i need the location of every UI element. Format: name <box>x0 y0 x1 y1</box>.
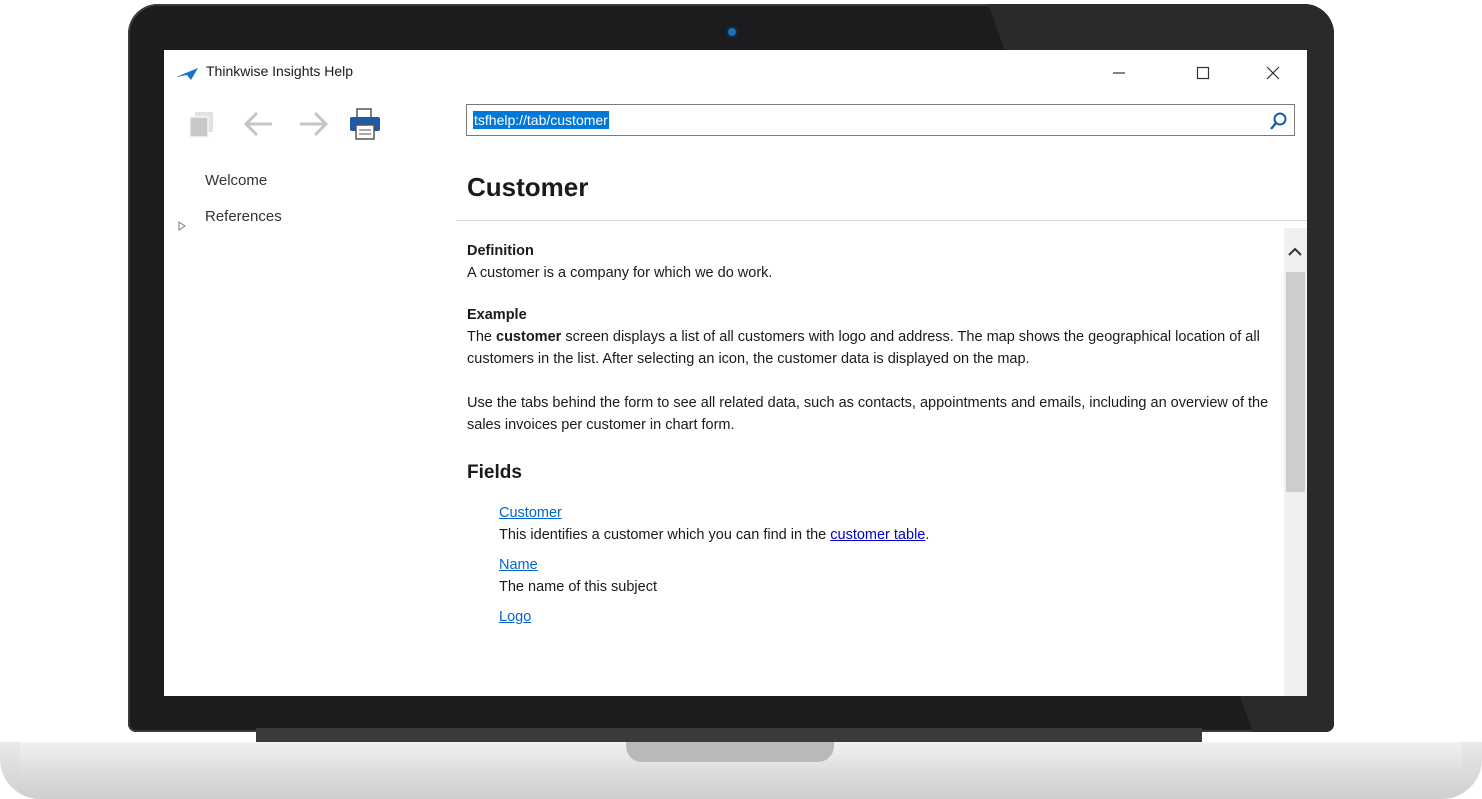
field-link-logo[interactable]: Logo <box>499 609 531 625</box>
scroll-up-button[interactable] <box>1288 242 1302 261</box>
search-icon <box>1270 112 1287 130</box>
tabs-text: Use the tabs behind the form to see all … <box>467 395 1269 433</box>
field-entry: Customer This identifies a customer whic… <box>499 502 1287 546</box>
expand-icon <box>178 221 186 231</box>
example-text-bold: customer <box>496 329 562 345</box>
example-text-post: screen displays a list of all customers … <box>467 329 1260 367</box>
field-desc-end: . <box>925 527 930 543</box>
page-title: Customer <box>467 172 589 202</box>
field-link-customer[interactable]: Customer <box>499 505 562 521</box>
maximize-button[interactable] <box>1182 56 1224 90</box>
field-desc-text: This identifies a customer which you can… <box>499 527 831 543</box>
field-desc: The name of this subject <box>499 579 657 595</box>
example-heading: Example <box>467 307 527 323</box>
address-input[interactable]: tsfhelp://tab/customer <box>473 111 609 129</box>
forward-button[interactable] <box>298 110 330 142</box>
address-bar[interactable]: tsfhelp://tab/customer <box>466 104 1295 136</box>
example-text: The customer screen displays a list of a… <box>467 326 1287 370</box>
scroll-thumb[interactable] <box>1286 272 1305 492</box>
close-button[interactable] <box>1252 56 1294 90</box>
close-icon <box>1266 66 1280 80</box>
back-button[interactable] <box>242 110 274 142</box>
example-text-pre: The <box>467 329 497 345</box>
content-scrollbar[interactable] <box>1284 228 1307 696</box>
window-title: Thinkwise Insights Help <box>206 63 354 79</box>
field-entry: Name The name of this subject <box>499 554 1287 598</box>
field-entry: Logo <box>499 606 1287 628</box>
print-icon <box>350 108 380 140</box>
minimize-button[interactable] <box>1098 56 1140 90</box>
fields-heading: Fields <box>467 462 522 483</box>
scroll-up-icon <box>1288 247 1302 256</box>
sync-toc-icon <box>189 112 213 138</box>
camera-icon <box>728 28 736 36</box>
app-logo-icon <box>176 65 198 84</box>
sync-toc-button[interactable] <box>188 110 216 142</box>
expand-references-button[interactable] <box>178 216 186 235</box>
back-arrow-icon <box>243 111 272 137</box>
field-desc: This identifies a customer which you can… <box>499 524 1287 546</box>
minimize-icon <box>1113 72 1125 74</box>
laptop-notch <box>626 742 834 762</box>
nav-item-welcome[interactable]: Welcome <box>205 172 267 189</box>
help-window: Thinkwise Insights Help tsfhelp://tab/cu… <box>164 50 1307 696</box>
title-divider <box>456 220 1307 221</box>
definition-heading: Definition <box>467 243 534 259</box>
search-button[interactable] <box>1270 112 1288 134</box>
field-link-name[interactable]: Name <box>499 557 538 573</box>
customer-table-link[interactable]: customer table <box>830 527 925 543</box>
print-button[interactable] <box>349 108 381 144</box>
maximize-icon <box>1196 66 1210 80</box>
nav-item-references[interactable]: References <box>205 208 282 225</box>
definition-text: A customer is a company for which we do … <box>467 265 773 281</box>
help-content: Definition A customer is a company for w… <box>467 240 1287 636</box>
forward-arrow-icon <box>300 111 329 137</box>
title-bar: Thinkwise Insights Help <box>164 50 1307 94</box>
